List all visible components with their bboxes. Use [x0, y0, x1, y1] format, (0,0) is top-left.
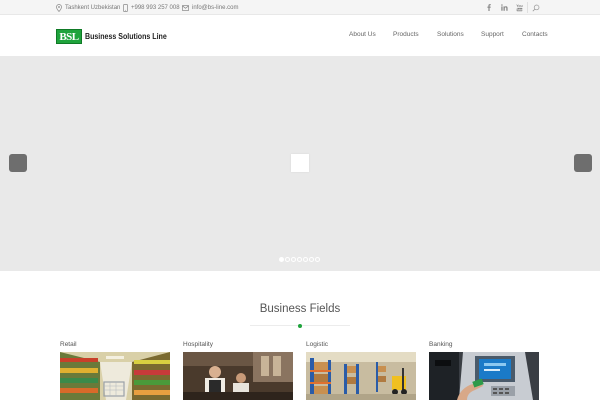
- slider-dot-4[interactable]: [297, 257, 302, 262]
- nav-support[interactable]: Support: [481, 31, 504, 38]
- svg-text:Tube: Tube: [516, 7, 523, 11]
- email-info: info@bs-line.com: [182, 0, 238, 15]
- facebook-link[interactable]: [481, 0, 497, 15]
- facebook-icon: [487, 4, 491, 11]
- search-icon: [532, 4, 540, 11]
- map-pin-icon: [56, 3, 62, 12]
- card-label-retail[interactable]: Retail: [60, 341, 77, 348]
- restaurant-image: [183, 352, 293, 400]
- linkedin-link[interactable]: [496, 0, 512, 15]
- location-text: Tashkent Uzbekistan: [65, 4, 121, 11]
- warehouse-image: [306, 352, 416, 400]
- site-logo[interactable]: BSL Business Solutions Line: [56, 29, 178, 44]
- slider-dot-1[interactable]: [279, 257, 284, 262]
- slide-loading-indicator: [291, 154, 309, 172]
- top-bar: Tashkent Uzbekistan +998 993 257 008 inf…: [0, 0, 600, 15]
- supermarket-image: [60, 352, 170, 400]
- slider-dot-5[interactable]: [303, 257, 308, 262]
- email-text[interactable]: info@bs-line.com: [192, 5, 238, 11]
- youtube-icon: YouTube: [516, 4, 523, 11]
- card-image-hospitality[interactable]: [183, 352, 293, 400]
- nav-contacts[interactable]: Contacts: [522, 31, 548, 38]
- card-image-retail[interactable]: [60, 352, 170, 400]
- slider-dot-6[interactable]: [309, 257, 314, 262]
- slider-dot-3[interactable]: [291, 257, 296, 262]
- slider-dot-2[interactable]: [285, 257, 290, 262]
- linkedin-icon: [500, 4, 508, 11]
- youtube-link[interactable]: You Tube: [511, 0, 527, 15]
- location-info: Tashkent Uzbekistan: [56, 0, 120, 15]
- section-title: Business Fields: [259, 303, 341, 315]
- phone-text[interactable]: +998 993 257 008: [131, 5, 180, 11]
- site-header: BSL Business Solutions Line About Us Pro…: [0, 15, 600, 56]
- nav-solutions[interactable]: Solutions: [437, 31, 464, 38]
- hero-slider: [0, 56, 600, 271]
- envelope-icon: [182, 4, 189, 11]
- phone-icon: [123, 3, 128, 12]
- slider-prev-button[interactable]: [9, 154, 27, 172]
- atm-image: [429, 352, 539, 400]
- nav-about-us[interactable]: About Us: [349, 31, 376, 38]
- card-label-banking[interactable]: Banking: [429, 341, 453, 348]
- nav-products[interactable]: Products: [393, 31, 419, 38]
- card-label-hospitality[interactable]: Hospitality: [183, 341, 213, 348]
- slider-next-button[interactable]: [574, 154, 592, 172]
- slider-pagination: [279, 257, 321, 263]
- logo-mark: BSL: [56, 29, 82, 44]
- card-image-banking[interactable]: [429, 352, 539, 400]
- slider-dot-7[interactable]: [315, 257, 320, 262]
- section-divider-dot: [298, 324, 302, 328]
- card-label-logistic[interactable]: Logistic: [306, 341, 328, 348]
- phone-info: +998 993 257 008: [123, 0, 180, 15]
- search-button[interactable]: [528, 0, 544, 15]
- logo-text: Business Solutions Line: [85, 32, 167, 41]
- card-image-logistic[interactable]: [306, 352, 416, 400]
